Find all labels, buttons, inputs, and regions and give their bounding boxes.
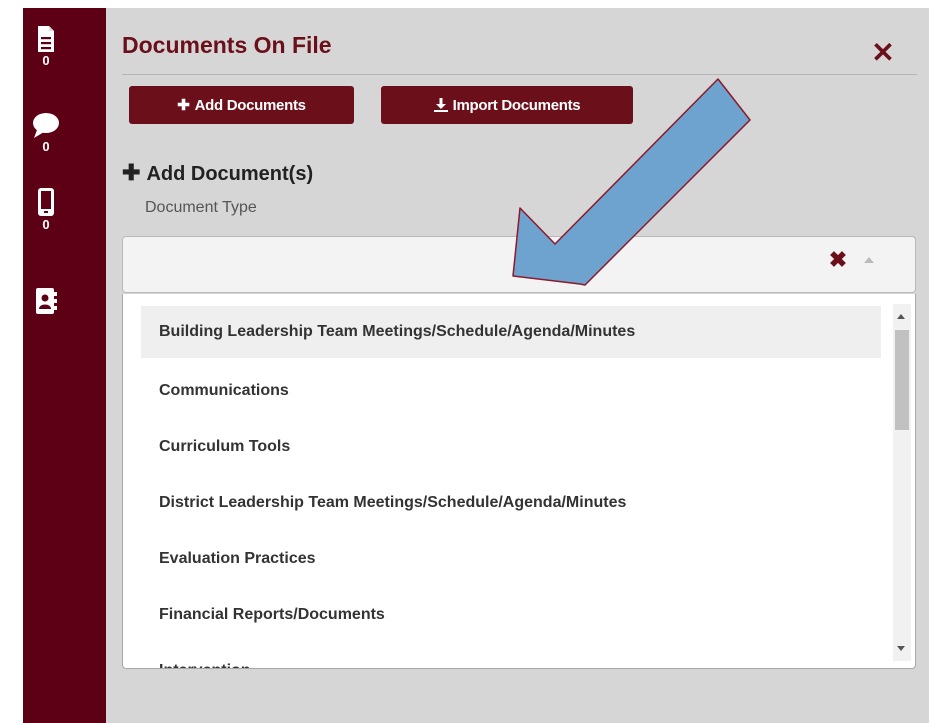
add-documents-button[interactable]: ✚ Add Documents	[129, 86, 354, 124]
close-icon[interactable]: ✕	[868, 38, 898, 68]
document-type-dropdown[interactable]: Building Leadership Team Meetings/Schedu…	[122, 294, 916, 669]
import-documents-button[interactable]: Import Documents	[381, 86, 633, 124]
panel-title: Documents On File	[122, 32, 332, 58]
clear-selection-icon[interactable]: ✖	[826, 248, 850, 272]
document-icon	[23, 24, 69, 54]
scroll-down-arrow-icon[interactable]	[897, 646, 905, 651]
contact-book-icon	[23, 286, 69, 316]
document-type-select[interactable]	[122, 236, 916, 293]
list-item[interactable]: Communications	[141, 365, 881, 417]
left-border	[0, 0, 23, 723]
download-icon	[433, 98, 448, 112]
mobile-count: 0	[42, 217, 50, 232]
list-item[interactable]: Evaluation Practices	[141, 533, 881, 585]
documents-count: 0	[42, 53, 50, 68]
list-item[interactable]: Financial Reports/Documents	[141, 589, 881, 641]
top-border	[0, 0, 929, 8]
list-item[interactable]: Intervention	[141, 645, 881, 668]
chat-bubble-icon	[23, 110, 69, 140]
add-documents-section-title: ✚ Add Document(s)	[122, 160, 313, 187]
document-type-label: Document Type	[145, 199, 257, 216]
add-documents-label: Add Documents	[194, 96, 306, 114]
list-item[interactable]: Building Leadership Team Meetings/Schedu…	[141, 306, 881, 358]
import-documents-label: Import Documents	[452, 96, 581, 114]
list-item[interactable]: Curriculum Tools	[141, 421, 881, 473]
list-item[interactable]: District Leadership Team Meetings/Schedu…	[141, 477, 881, 529]
caret-up-icon[interactable]	[864, 257, 874, 263]
sidebar-item-messages[interactable]: 0	[23, 110, 69, 154]
sidebar: 0 0 0	[23, 8, 106, 723]
section-title-text: Add Document(s)	[146, 163, 314, 185]
plus-icon: ✚	[122, 160, 141, 185]
sidebar-item-documents[interactable]: 0	[23, 24, 69, 68]
sidebar-item-mobile[interactable]: 0	[23, 186, 69, 232]
mobile-phone-icon	[23, 186, 69, 218]
scrollbar-thumb[interactable]	[895, 330, 909, 430]
title-divider	[122, 74, 917, 75]
sidebar-item-contacts[interactable]	[23, 286, 69, 316]
messages-count: 0	[42, 139, 50, 154]
plus-icon: ✚	[177, 97, 190, 114]
scroll-up-arrow-icon[interactable]	[897, 314, 905, 319]
